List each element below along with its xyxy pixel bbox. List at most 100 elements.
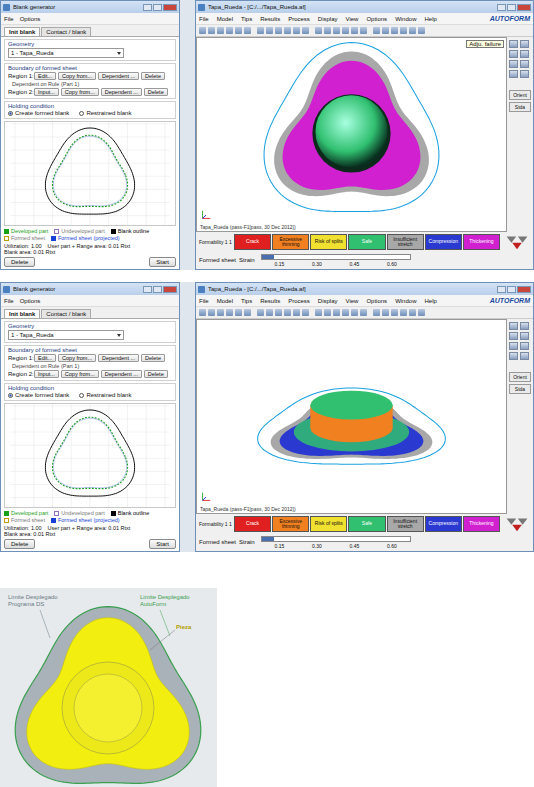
viewport[interactable]: Adju. failureTapa_Rueda (pass-F1[pass, 3… xyxy=(196,37,507,232)
legend-checkbox[interactable]: Formed sheet (projected) xyxy=(51,517,120,523)
tool-icon[interactable] xyxy=(520,322,529,330)
region-button[interactable]: Input... xyxy=(34,370,59,378)
tool-icon[interactable] xyxy=(509,60,518,68)
tool-icon[interactable] xyxy=(373,309,380,316)
tool-icon[interactable] xyxy=(409,309,416,316)
region-button[interactable]: Input... xyxy=(34,88,59,96)
region-button[interactable]: Copy from... xyxy=(61,370,99,378)
region-button[interactable]: Edit... xyxy=(34,72,56,80)
tool-icon[interactable] xyxy=(342,27,349,34)
strain-slider[interactable]: 0.150.300.450.60 xyxy=(261,254,411,267)
tool-icon[interactable] xyxy=(324,27,331,34)
menu-item[interactable]: Results xyxy=(260,298,280,304)
menu-item[interactable]: File xyxy=(4,298,14,304)
tool-icon[interactable] xyxy=(342,309,349,316)
region-button[interactable]: Delete xyxy=(144,88,168,96)
menu-item[interactable]: Options xyxy=(20,16,41,22)
tool-icon[interactable] xyxy=(284,309,291,316)
menu-item[interactable]: File xyxy=(199,16,209,22)
menu-item[interactable]: Options xyxy=(20,298,41,304)
region-button[interactable]: Delete xyxy=(144,370,168,378)
tool-icon[interactable] xyxy=(226,27,233,34)
tool-icon[interactable] xyxy=(391,309,398,316)
tool-icon[interactable] xyxy=(391,27,398,34)
tool-icon[interactable] xyxy=(217,309,224,316)
close-button[interactable] xyxy=(163,4,177,11)
tool-icon[interactable] xyxy=(520,40,529,48)
menu-item[interactable]: Window xyxy=(395,298,416,304)
tool-icon[interactable] xyxy=(235,309,242,316)
minimize-button[interactable] xyxy=(143,286,152,293)
close-button[interactable] xyxy=(163,286,177,293)
side-button[interactable]: Orient xyxy=(509,90,531,100)
tool-icon[interactable] xyxy=(257,309,264,316)
menu-item[interactable]: Tips xyxy=(241,16,252,22)
tool-icon[interactable] xyxy=(409,27,416,34)
tab[interactable]: Contact / blank xyxy=(41,27,91,36)
tool-icon[interactable] xyxy=(400,309,407,316)
minimize-button[interactable] xyxy=(143,4,152,11)
tool-icon[interactable] xyxy=(208,27,215,34)
region-button[interactable]: Copy from... xyxy=(58,72,96,80)
side-button[interactable]: Stda xyxy=(509,102,531,112)
tool-icon[interactable] xyxy=(284,27,291,34)
tool-icon[interactable] xyxy=(400,27,407,34)
menu-item[interactable]: Options xyxy=(366,298,387,304)
maximize-button[interactable] xyxy=(153,286,162,293)
tool-icon[interactable] xyxy=(199,27,206,34)
tool-icon[interactable] xyxy=(324,309,331,316)
tool-icon[interactable] xyxy=(520,332,529,340)
radio-option[interactable]: Create formed blank xyxy=(8,392,69,398)
region-button[interactable]: Copy from... xyxy=(61,88,99,96)
region-button[interactable]: Dependent ... xyxy=(98,354,139,362)
tool-icon[interactable] xyxy=(520,352,529,360)
minimize-button[interactable] xyxy=(497,4,506,11)
tool-icon[interactable] xyxy=(509,70,518,78)
tool-icon[interactable] xyxy=(520,50,529,58)
tool-icon[interactable] xyxy=(520,60,529,68)
viewport[interactable]: Tapa_Rueda (pass-F1[pass, 30 Dec 2012]) xyxy=(196,319,507,514)
menu-item[interactable]: View xyxy=(346,298,359,304)
tab[interactable]: Init blank xyxy=(4,309,40,318)
tool-icon[interactable] xyxy=(509,332,518,340)
geometry-select[interactable]: 1 - Tapa_Rueda xyxy=(8,48,124,58)
close-button[interactable] xyxy=(517,4,531,11)
legend-checkbox[interactable]: Blank outline xyxy=(111,510,150,516)
menu-item[interactable]: Display xyxy=(318,16,338,22)
menu-item[interactable]: Process xyxy=(288,298,310,304)
menu-item[interactable]: Tips xyxy=(241,298,252,304)
tool-icon[interactable] xyxy=(315,309,322,316)
action-button[interactable]: Start xyxy=(149,539,176,549)
legend-checkbox[interactable]: Formed sheet xyxy=(4,235,45,241)
menu-item[interactable]: Results xyxy=(260,16,280,22)
tool-icon[interactable] xyxy=(509,352,518,360)
menu-item[interactable]: Help xyxy=(424,298,436,304)
tool-icon[interactable] xyxy=(418,309,425,316)
region-button[interactable]: Copy from... xyxy=(58,354,96,362)
radio-option[interactable]: Create formed blank xyxy=(8,110,69,116)
menu-item[interactable]: Help xyxy=(424,16,436,22)
menu-item[interactable]: Model xyxy=(217,16,233,22)
action-button[interactable]: Delete xyxy=(4,257,35,267)
tool-icon[interactable] xyxy=(275,309,282,316)
legend-checkbox[interactable]: Developed part xyxy=(4,510,48,516)
menu-item[interactable]: Process xyxy=(288,16,310,22)
tool-icon[interactable] xyxy=(226,309,233,316)
tool-icon[interactable] xyxy=(360,309,367,316)
tool-icon[interactable] xyxy=(257,27,264,34)
region-button[interactable]: Delete xyxy=(141,72,165,80)
menu-item[interactable]: Options xyxy=(366,16,387,22)
tool-icon[interactable] xyxy=(293,27,300,34)
maximize-button[interactable] xyxy=(507,4,516,11)
tab[interactable]: Contact / blank xyxy=(41,309,91,318)
tool-icon[interactable] xyxy=(244,27,251,34)
tool-icon[interactable] xyxy=(509,40,518,48)
tool-icon[interactable] xyxy=(244,309,251,316)
tool-icon[interactable] xyxy=(360,27,367,34)
action-button[interactable]: Delete xyxy=(4,539,35,549)
menu-item[interactable]: View xyxy=(346,16,359,22)
tool-icon[interactable] xyxy=(275,27,282,34)
menu-item[interactable]: File xyxy=(4,16,14,22)
legend-checkbox[interactable]: Formed sheet (projected) xyxy=(51,235,120,241)
tool-icon[interactable] xyxy=(509,322,518,330)
